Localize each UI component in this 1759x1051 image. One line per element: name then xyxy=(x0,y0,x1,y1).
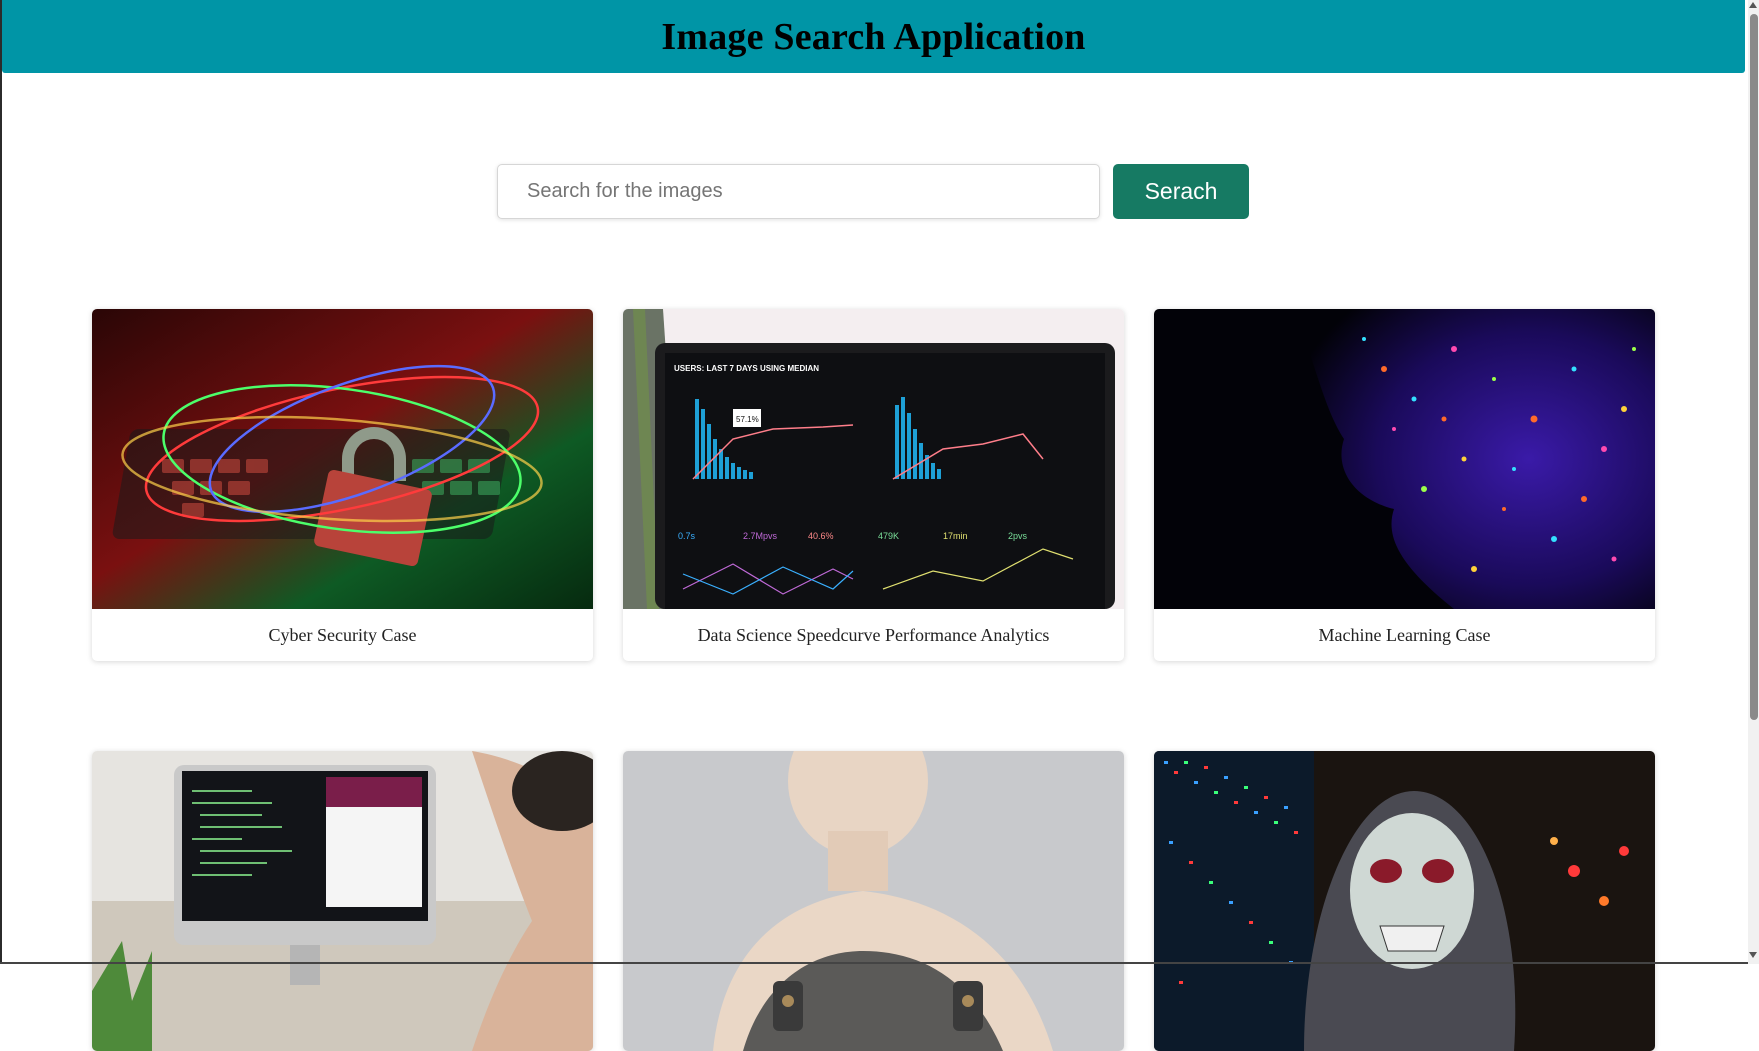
svg-text:57.1%: 57.1% xyxy=(736,415,759,424)
search-input[interactable] xyxy=(497,164,1100,219)
result-image-cyber-security[interactable] xyxy=(92,309,593,609)
search-button[interactable]: Serach xyxy=(1113,164,1249,219)
image-card[interactable] xyxy=(92,751,593,1051)
image-card[interactable]: USERS: LAST 7 DAYS USING MEDIAN 57.1% 0.… xyxy=(623,309,1124,661)
svg-text:2.7Mpvs: 2.7Mpvs xyxy=(743,531,778,541)
svg-text:USERS: LAST 7 DAYS USING MEDIA: USERS: LAST 7 DAYS USING MEDIAN xyxy=(674,364,819,373)
svg-text:0.7s: 0.7s xyxy=(678,531,696,541)
svg-text:2pvs: 2pvs xyxy=(1008,531,1028,541)
image-caption: Machine Learning Case xyxy=(1318,625,1491,645)
image-caption: Cyber Security Case xyxy=(268,625,417,645)
svg-text:17min: 17min xyxy=(943,531,968,541)
result-image-machine-learning[interactable] xyxy=(1154,309,1655,609)
result-image-data-science[interactable]: USERS: LAST 7 DAYS USING MEDIAN 57.1% 0.… xyxy=(623,309,1124,609)
image-caption: Data Science Speedcurve Performance Anal… xyxy=(697,625,1050,645)
image-card[interactable] xyxy=(1154,751,1655,1051)
scroll-down-arrow-icon[interactable] xyxy=(1749,952,1757,958)
image-card[interactable]: Cyber Security Case xyxy=(92,309,593,661)
page-title: Image Search Application xyxy=(661,15,1086,58)
app-header: Image Search Application xyxy=(2,0,1745,73)
svg-text:479K: 479K xyxy=(878,531,899,541)
result-image-robot[interactable] xyxy=(623,751,1124,1051)
window-border xyxy=(0,0,2,964)
scrollbar-thumb[interactable] xyxy=(1750,14,1758,720)
image-card[interactable] xyxy=(623,751,1124,1051)
svg-text:40.6%: 40.6% xyxy=(808,531,834,541)
image-card[interactable]: Machine Learning Case xyxy=(1154,309,1655,661)
scroll-up-arrow-icon[interactable] xyxy=(1749,2,1757,8)
result-image-masked-hacker[interactable] xyxy=(1154,751,1655,1051)
result-image-computer-user[interactable] xyxy=(92,751,593,1051)
